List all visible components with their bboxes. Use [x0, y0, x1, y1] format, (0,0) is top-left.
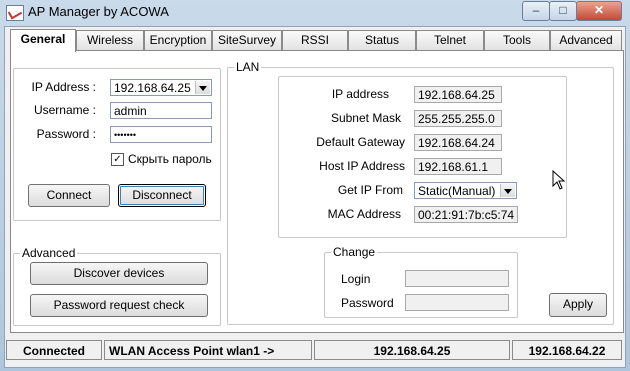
ip-address-label: IP Address :: [31, 80, 96, 94]
general-panel: IP Address : 192.168.64.25 Username : ad…: [10, 50, 624, 333]
chevron-down-icon[interactable]: [195, 81, 210, 94]
advanced-group: Advanced Discover devices Password reque…: [13, 246, 221, 326]
ip-address-value: 192.168.64.25: [114, 81, 191, 95]
status-bar: Connected WLAN Access Point wlan1 -> 192…: [4, 337, 624, 363]
tab-sitesurvey[interactable]: SiteSurvey: [212, 30, 282, 50]
app-logo-icon: [6, 5, 24, 21]
get-ip-value: Static(Manual): [418, 184, 496, 198]
change-login-label: Login: [341, 272, 371, 286]
get-ip-label: Get IP From: [337, 183, 403, 197]
host-ip-label: Host IP Address: [319, 159, 405, 173]
app-window: AP Manager by ACOWA – □ ✕ General Wirele…: [0, 0, 630, 371]
hide-password-label: Скрыть пароль: [128, 152, 212, 166]
gateway-value: 192.168.64.24: [414, 134, 502, 151]
password-request-button[interactable]: Password request check: [30, 294, 208, 317]
connect-button[interactable]: Connect: [28, 184, 110, 207]
tab-encryption[interactable]: Encryption: [144, 30, 212, 50]
discover-devices-button[interactable]: Discover devices: [30, 262, 208, 285]
mouse-cursor-icon: [552, 170, 566, 190]
device-status: WLAN Access Point wlan1 ->: [104, 340, 312, 360]
disconnect-button[interactable]: Disconnect: [118, 184, 206, 207]
lan-group: LAN IP address 192.168.64.25 Subnet Mask…: [227, 60, 614, 325]
lan-legend: LAN: [234, 60, 262, 74]
tab-wireless[interactable]: Wireless: [76, 30, 144, 50]
mac-label: MAC Address: [327, 207, 401, 221]
minimize-button[interactable]: –: [522, 1, 550, 21]
subnet-mask-value: 255.255.255.0: [414, 110, 502, 127]
tab-general[interactable]: General: [10, 29, 76, 52]
hide-password-checkbox[interactable]: ✓: [111, 153, 124, 166]
title-bar: AP Manager by ACOWA – □ ✕: [0, 0, 630, 24]
get-ip-select[interactable]: Static(Manual): [414, 182, 517, 199]
window-title: AP Manager by ACOWA: [28, 4, 169, 19]
username-label: Username :: [33, 103, 96, 117]
subnet-mask-label: Subnet Mask: [330, 111, 401, 125]
tab-rssi[interactable]: RSSI: [282, 30, 348, 50]
lan-ip-label: IP address: [331, 87, 389, 101]
password-input[interactable]: •••••••: [110, 126, 212, 143]
device-ip-status: 192.168.64.25: [314, 340, 510, 360]
maximize-button[interactable]: □: [549, 1, 577, 21]
lan-info-box: IP address 192.168.64.25 Subnet Mask 255…: [278, 76, 567, 238]
close-button[interactable]: ✕: [576, 1, 622, 21]
change-group: Change Login Password: [324, 245, 518, 318]
change-login-input[interactable]: [405, 270, 509, 287]
advanced-legend: Advanced: [20, 246, 78, 260]
host-ip-value: 192.168.61.1: [414, 158, 502, 175]
change-password-input[interactable]: [405, 294, 509, 311]
tab-tools[interactable]: Tools: [484, 30, 550, 50]
gateway-label: Default Gateway: [316, 135, 405, 149]
lan-ip-value: 192.168.64.25: [414, 86, 502, 103]
tab-telnet[interactable]: Telnet: [416, 30, 484, 50]
tab-advanced[interactable]: Advanced: [550, 30, 622, 50]
apply-button[interactable]: Apply: [549, 293, 607, 317]
mac-value: 00:21:91:7b:c5:74: [414, 206, 518, 223]
username-input[interactable]: admin: [110, 102, 212, 119]
host-ip-status: 192.168.64.22: [512, 340, 622, 360]
login-group: IP Address : 192.168.64.25 Username : ad…: [13, 68, 221, 221]
change-legend: Change: [331, 245, 378, 259]
tab-status[interactable]: Status: [348, 30, 416, 50]
connection-status: Connected: [6, 340, 102, 360]
ip-address-select[interactable]: 192.168.64.25: [110, 79, 212, 96]
chevron-down-icon[interactable]: [500, 184, 515, 197]
change-password-label: Password: [341, 296, 394, 310]
password-label: Password :: [36, 127, 96, 141]
